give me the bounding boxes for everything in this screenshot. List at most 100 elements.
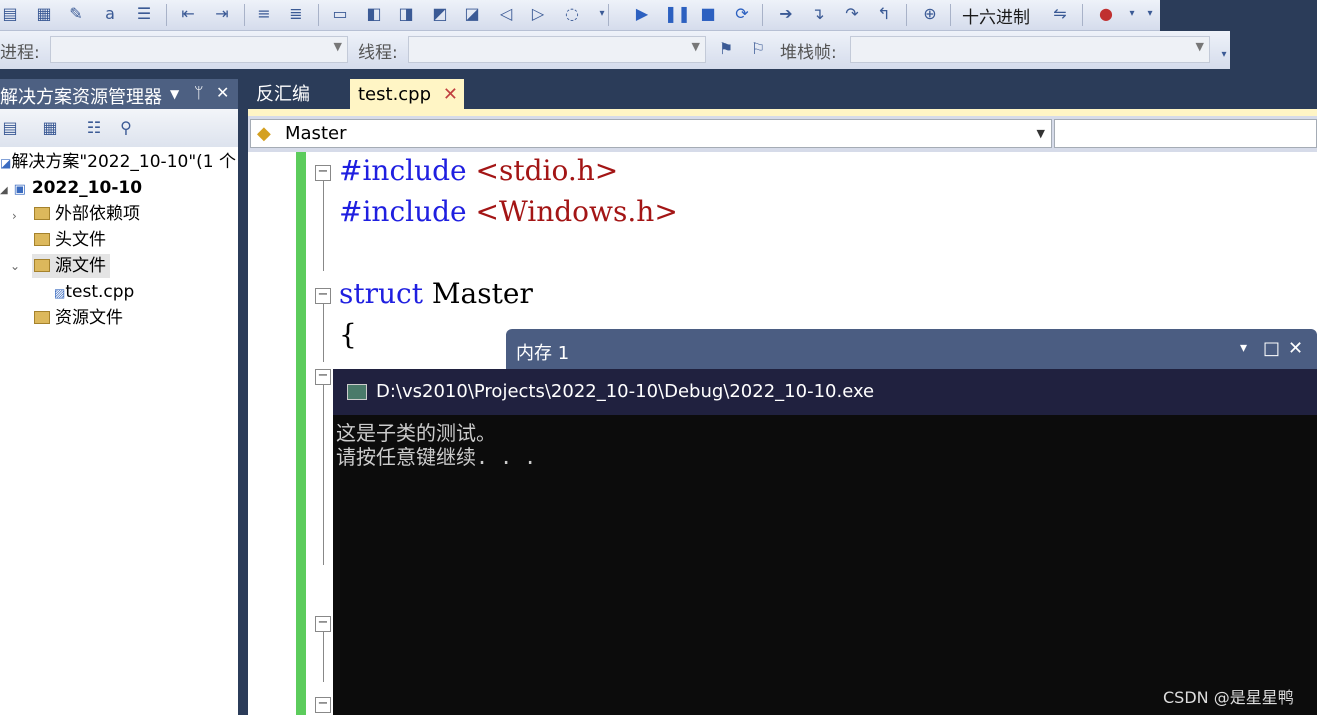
breakpoint-window-icon[interactable]: ●	[1096, 4, 1116, 24]
active-tab-underline	[248, 109, 1317, 116]
toolbar-icon-4[interactable]: a	[100, 4, 120, 24]
bookmark-prev-icon[interactable]: ◧	[364, 4, 384, 24]
collapse-icon[interactable]: −	[315, 369, 331, 385]
console-output-line: 请按任意键继续. . .	[336, 445, 537, 469]
chevron-down-icon[interactable]: ▼	[170, 87, 179, 101]
bookmark-prev-folder-icon[interactable]: ◩	[430, 4, 450, 24]
collapse-icon[interactable]: −	[315, 697, 331, 713]
fold-line	[323, 385, 324, 565]
collapse-icon[interactable]: −	[315, 616, 331, 632]
overflow-icon-3[interactable]: ▾	[1214, 45, 1234, 65]
restart-icon[interactable]: ⟳	[732, 4, 752, 24]
editor-gutter	[248, 152, 294, 715]
solution-tree: ◪解决方案"2022_10-10"(1 个 ◢ ▣ 2022_10-10 › 外…	[0, 147, 238, 715]
bookmark-next-doc-icon[interactable]: ▷	[528, 4, 548, 24]
flag-icon[interactable]: ⚑	[716, 39, 736, 59]
indent-icon[interactable]: ⇤	[178, 4, 198, 24]
tab-test-cpp[interactable]: test.cpp ✕	[350, 79, 464, 109]
folder-icon	[34, 311, 50, 324]
chevron-down-icon: ▼	[1036, 127, 1045, 140]
maximize-icon[interactable]: □	[1263, 338, 1280, 359]
quickwatch-icon[interactable]: ⊕	[920, 4, 940, 24]
pause-icon[interactable]: ❚❚	[664, 4, 691, 24]
show-all-files-icon[interactable]: ▦	[40, 118, 60, 138]
bookmark-next-folder-icon[interactable]: ◪	[462, 4, 482, 24]
clear-bookmarks-icon[interactable]: ◌	[562, 4, 582, 24]
flag-all-icon[interactable]: ⚐	[748, 39, 768, 59]
tree-item-label: 头文件	[55, 230, 106, 250]
step-into-icon[interactable]: ↴	[808, 4, 828, 24]
code-line-2: #include <Windows.h>	[339, 195, 678, 228]
toolbar-icon-3[interactable]: ✎	[66, 4, 86, 24]
close-icon[interactable]: ✕	[216, 83, 229, 102]
thread-combo[interactable]: ▼	[408, 36, 706, 63]
memory-window-title: 内存 1	[516, 343, 570, 364]
console-title-bar[interactable]: D:\vs2010\Projects\2022_10-10\Debug\2022…	[333, 369, 1317, 415]
class-diagram-icon[interactable]: ⚲	[116, 118, 136, 138]
bookmark-next-icon[interactable]: ◨	[396, 4, 416, 24]
comment-icon[interactable]: ≡	[254, 4, 274, 24]
tree-item-source-files[interactable]: 源文件	[32, 254, 110, 278]
stackframe-combo[interactable]: ▼	[850, 36, 1210, 63]
tree-item-resource-files[interactable]: 资源文件	[34, 306, 123, 330]
threads-icon[interactable]: ⇋	[1050, 4, 1070, 24]
fold-line	[323, 632, 324, 682]
tree-item-label: 资源文件	[55, 308, 123, 328]
chevron-down-icon: ▼	[333, 40, 342, 53]
tab-disassembly[interactable]: 反汇编	[256, 79, 310, 109]
toolbar-icon-5[interactable]: ☰	[134, 4, 154, 24]
toolbar-icon-1[interactable]: ▤	[0, 4, 20, 24]
tree-project-node[interactable]: ◢ ▣ 2022_10-10	[0, 176, 142, 200]
type-combo[interactable]: ◆ Master ▼	[250, 119, 1052, 148]
thread-label: 线程:	[358, 43, 398, 63]
memory-window: 内存 1 ▾ □ ✕	[506, 329, 1317, 369]
view-code-icon[interactable]: ☷	[84, 118, 104, 138]
outdent-icon[interactable]: ⇥	[212, 4, 232, 24]
close-icon[interactable]: ✕	[1288, 338, 1303, 359]
pin-icon[interactable]: ᛘ	[194, 83, 204, 102]
properties-icon[interactable]: ▤	[0, 118, 20, 138]
uncomment-icon[interactable]: ≣	[286, 4, 306, 24]
process-combo[interactable]: ▼	[50, 36, 348, 63]
chevron-down-icon: ▼	[691, 40, 700, 53]
console-window[interactable]: D:\vs2010\Projects\2022_10-10\Debug\2022…	[333, 369, 1317, 715]
close-icon[interactable]: ✕	[443, 79, 458, 111]
tree-item-label: 外部依赖项	[55, 204, 140, 224]
hex-toggle[interactable]: 十六进制	[962, 3, 1030, 28]
project-icon: ▣	[13, 182, 26, 197]
overflow-icon-2[interactable]: ▾	[1140, 4, 1160, 24]
breakpoint-dropdown-icon[interactable]: ▾	[1122, 4, 1142, 24]
expanded-triangle-icon: ◢	[0, 185, 8, 196]
collapse-icon[interactable]: −	[315, 288, 331, 304]
editor-navigation-bar: ◆ Master ▼	[248, 116, 1317, 152]
bookmark-icon[interactable]: ▭	[330, 4, 350, 24]
folder-open-icon	[34, 259, 50, 272]
toolbar-icon-2[interactable]: ▦	[34, 4, 54, 24]
class-icon: ◆	[257, 123, 271, 144]
tree-item-header-files[interactable]: 头文件	[34, 228, 106, 252]
overflow-icon[interactable]: ▾	[592, 4, 612, 24]
code-line-5: {	[339, 318, 357, 351]
continue-icon[interactable]: ▶	[632, 4, 652, 24]
debug-toolbar: ▤ ▦ ✎ a ☰ ⇤ ⇥ ≡ ≣ ▭ ◧ ◨ ◩ ◪ ◁ ▷ ◌ ▾ ▶ ❚❚…	[0, 0, 1160, 31]
tree-item-external-deps[interactable]: 外部依赖项	[34, 202, 140, 226]
step-out-icon[interactable]: ↰	[874, 4, 894, 24]
fold-line	[323, 304, 324, 362]
chevron-down-icon[interactable]: ⌄	[10, 259, 20, 273]
chevron-right-icon[interactable]: ›	[12, 209, 17, 223]
window-dropdown-icon[interactable]: ▾	[1240, 340, 1247, 356]
tree-item-label: 解决方案"2022_10-10"(1 个	[11, 152, 236, 172]
tree-solution-node[interactable]: ◪解决方案"2022_10-10"(1 个	[0, 150, 236, 174]
show-next-statement-icon[interactable]: ➔	[776, 4, 796, 24]
debug-location-toolbar: 进程: ▼ 线程: ▼ ⚑ ⚐ 堆栈帧: ▼ ▾	[0, 31, 1230, 69]
collapse-icon[interactable]: −	[315, 165, 331, 181]
watermark: CSDN @是星星鸭	[1163, 688, 1294, 707]
member-combo[interactable]	[1054, 119, 1317, 148]
stop-icon[interactable]: ■	[698, 4, 718, 24]
solution-explorer-toolbar: ▤ ▦ ☷ ⚲	[0, 109, 238, 147]
step-over-icon[interactable]: ↷	[842, 4, 862, 24]
tree-item-test-cpp[interactable]: ▨test.cpp	[54, 280, 134, 304]
editor-tab-strip: 反汇编 test.cpp ✕	[248, 79, 1317, 109]
tree-item-label: test.cpp	[65, 282, 135, 302]
bookmark-prev-doc-icon[interactable]: ◁	[496, 4, 516, 24]
